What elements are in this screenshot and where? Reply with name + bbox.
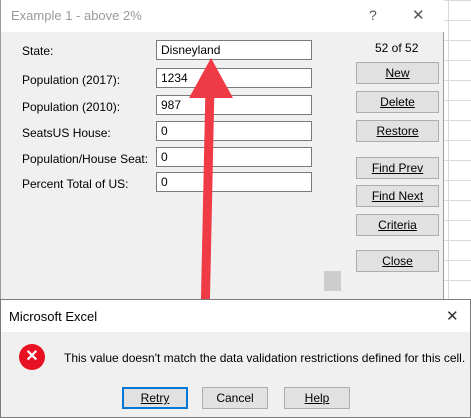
retry-button[interactable]: Retry [122, 387, 188, 409]
arrow-head [189, 58, 233, 98]
help-button[interactable]: Help [284, 387, 350, 409]
arrow-shaft [200, 81, 215, 325]
dialog-title: Microsoft Excel [9, 309, 98, 324]
error-icon: ✕ [19, 344, 45, 370]
retry-button-label: Retry [140, 391, 170, 405]
dialog-title-bar: Microsoft Excel ✕ [1, 300, 470, 332]
cancel-button[interactable]: Cancel [202, 387, 268, 409]
message-dialog: Microsoft Excel ✕ ✕ This value doesn't m… [0, 299, 471, 418]
help-button-label: Help [304, 391, 330, 405]
close-icon[interactable]: ✕ [446, 307, 459, 325]
dialog-message: This value doesn't match the data valida… [64, 351, 466, 365]
